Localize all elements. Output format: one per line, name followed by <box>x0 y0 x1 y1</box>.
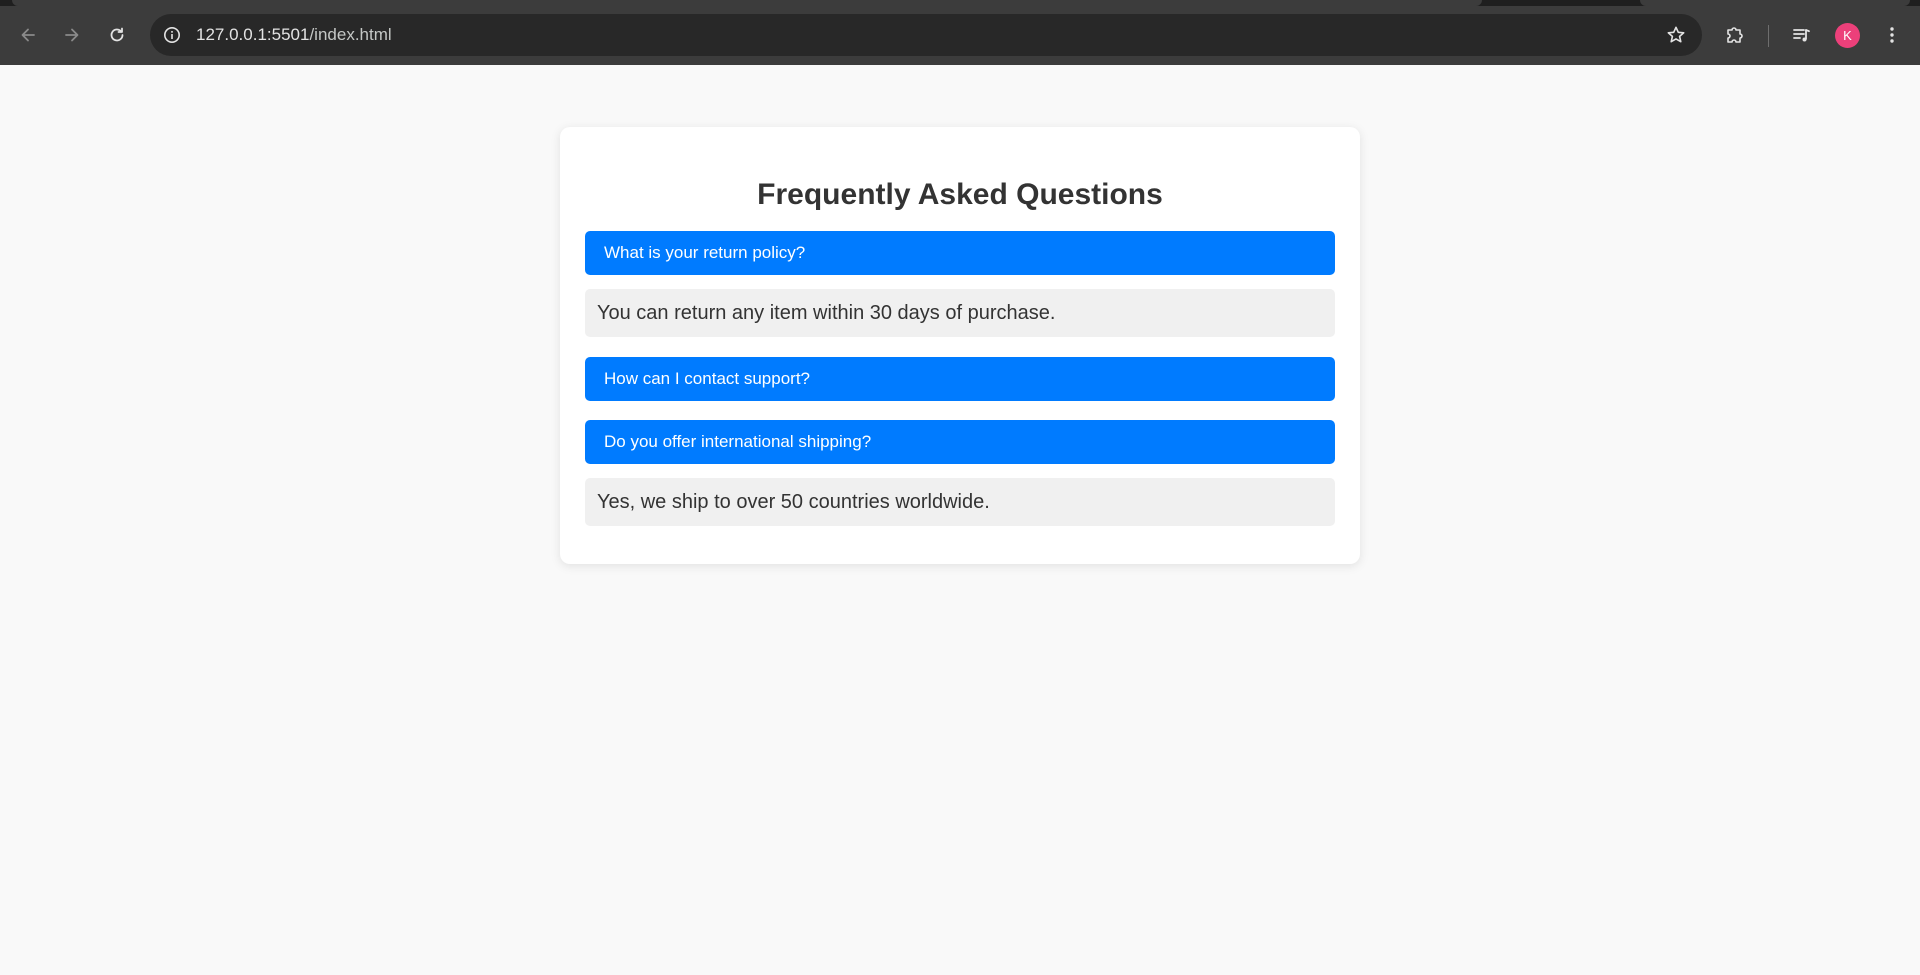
star-icon <box>1667 26 1685 43</box>
forward-arrow-icon <box>65 28 79 42</box>
address-bar[interactable]: 127.0.0.1:5501/index.html <box>150 14 1702 56</box>
page-title: Frequently Asked Questions <box>757 178 1163 211</box>
url-path: /index.html <box>309 25 392 44</box>
faq-answer: Yes, we ship to over 50 countries worldw… <box>585 478 1335 526</box>
forward-button[interactable] <box>54 17 90 53</box>
site-info-button[interactable] <box>156 19 188 51</box>
back-arrow-icon <box>21 28 35 42</box>
faq-question-button[interactable]: How can I contact support? <box>585 357 1335 401</box>
browser-menu-button[interactable] <box>1874 17 1910 53</box>
media-controls-button[interactable] <box>1784 17 1820 53</box>
reload-button[interactable] <box>99 17 135 53</box>
faq-item: What is your return policy? You can retu… <box>585 231 1335 337</box>
faq-item: How can I contact support? <box>585 357 1335 401</box>
back-button[interactable] <box>10 17 46 53</box>
puzzle-icon <box>1727 27 1743 43</box>
toolbar-divider <box>1768 25 1769 47</box>
media-queue-icon <box>1793 29 1810 42</box>
faq-question-button[interactable]: Do you offer international shipping? <box>585 420 1335 464</box>
page-viewport: Frequently Asked Questions What is your … <box>0 65 1920 975</box>
kebab-menu-icon <box>1890 27 1894 43</box>
url-host: 127.0.0.1:5501 <box>196 25 310 44</box>
extensions-button[interactable] <box>1717 17 1753 53</box>
faq-item: Do you offer international shipping? Yes… <box>585 420 1335 526</box>
browser-toolbar: 127.0.0.1:5501/index.html K <box>0 6 1920 65</box>
faq-question-button[interactable]: What is your return policy? <box>585 231 1335 275</box>
info-icon <box>164 27 180 43</box>
profile-avatar[interactable]: K <box>1835 23 1860 48</box>
faq-answer: You can return any item within 30 days o… <box>585 289 1335 337</box>
url-text[interactable]: 127.0.0.1:5501/index.html <box>196 14 392 56</box>
reload-icon <box>110 27 124 42</box>
bookmark-button[interactable] <box>1660 19 1692 51</box>
faq-container: Frequently Asked Questions What is your … <box>560 127 1360 564</box>
